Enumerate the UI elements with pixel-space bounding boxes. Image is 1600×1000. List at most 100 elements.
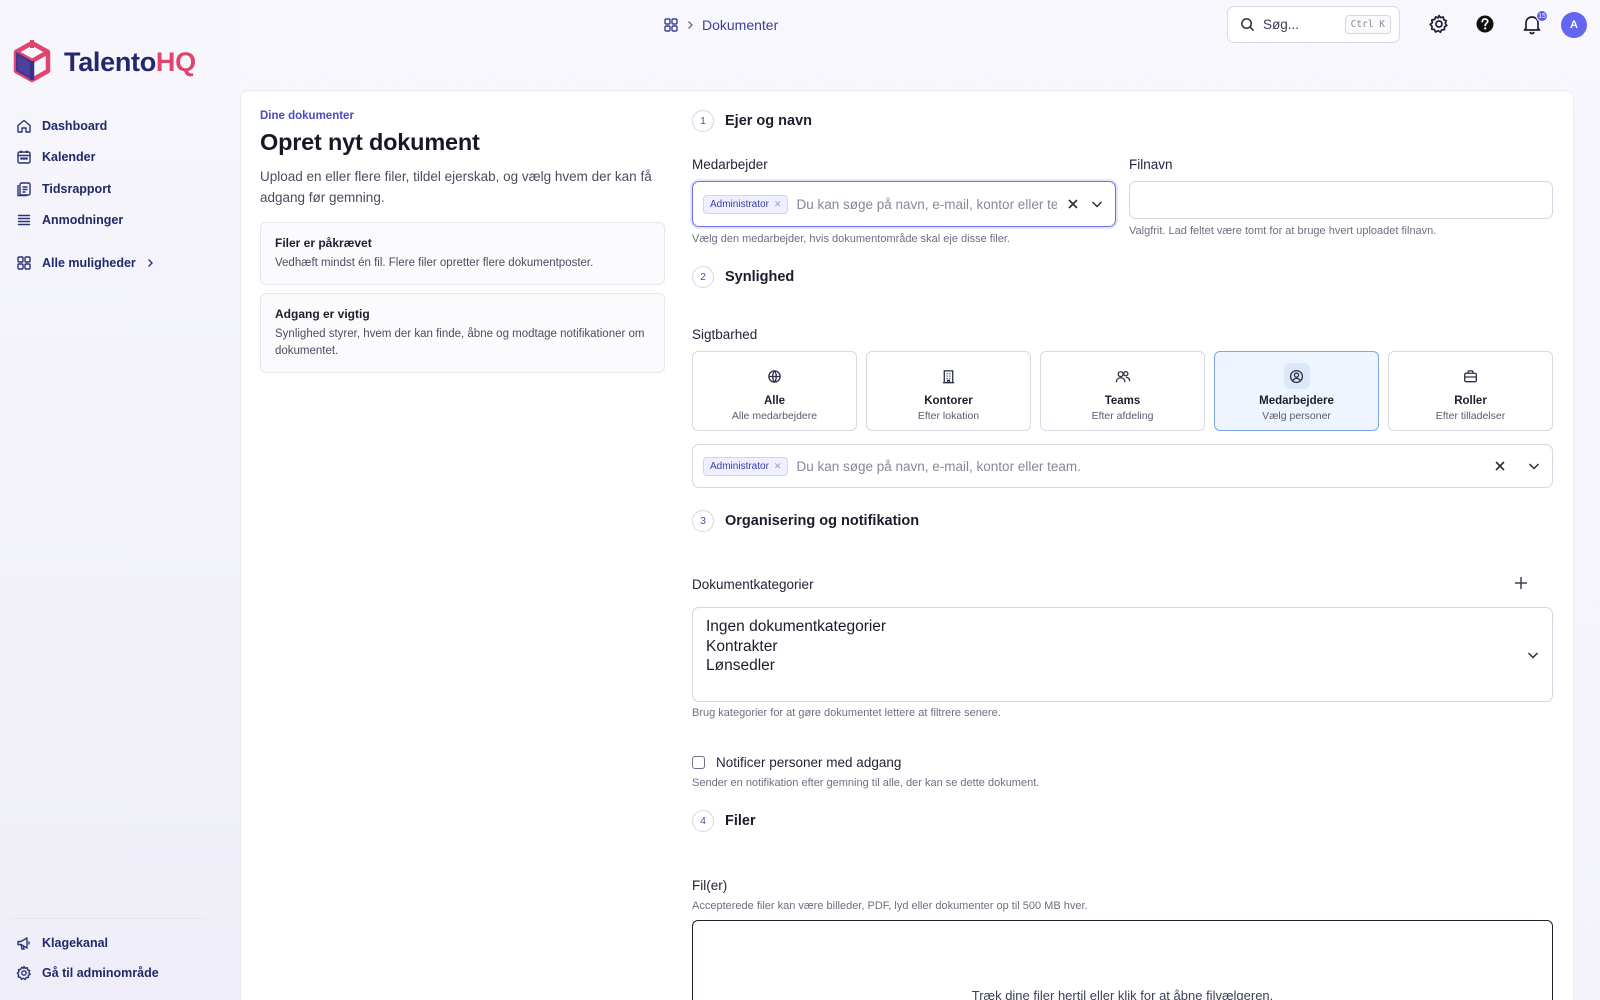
step-title: Organisering og notifikation: [725, 513, 920, 529]
clear-icon[interactable]: [1065, 196, 1081, 212]
avatar[interactable]: A: [1561, 12, 1587, 38]
building-icon: [942, 369, 955, 383]
step-title: Synlighed: [725, 269, 795, 285]
settings-gear-icon[interactable]: [1428, 13, 1450, 35]
employee-help: Vælg den medarbejder, hvis dokumentområd…: [692, 233, 1010, 245]
gear-icon: [16, 965, 31, 981]
grid-icon: [17, 256, 31, 270]
calendar-icon: [17, 150, 31, 164]
files-label: Fil(er): [692, 878, 728, 893]
chevron-right-icon: [688, 21, 693, 29]
section-eyebrow[interactable]: Dine dokumenter: [260, 110, 665, 122]
employee-select[interactable]: Administrator ✕ Du kan søge på navn, e-ma…: [692, 181, 1116, 227]
step-number: 1: [692, 110, 714, 132]
categories-help: Brug kategorier for at gøre dokumentet l…: [692, 707, 1001, 719]
users-icon: [1115, 370, 1130, 382]
sidebar-item-admin[interactable]: Gå til adminområde: [16, 958, 226, 988]
step-4-header: 4 Filer: [692, 810, 756, 832]
visibility-option-roller[interactable]: Roller Efter tilladelser: [1388, 351, 1553, 431]
chevron-down-icon[interactable]: [1089, 196, 1105, 212]
filename-input[interactable]: [1129, 181, 1553, 219]
selected-employee-tag[interactable]: Administrator ✕: [703, 194, 789, 214]
sidebar-nav: Dashboard Kalender Tidsrapport Anmodning…: [16, 110, 226, 279]
search-placeholder: Søg...: [1263, 17, 1300, 32]
sidebar-item-label: Dashboard: [42, 118, 108, 133]
logo-cube-icon: [13, 40, 51, 83]
sidebar-item-label: Alle muligheder: [42, 255, 136, 270]
global-search[interactable]: Søg... Ctrl K: [1227, 6, 1400, 43]
visibility-option-title: Kontorer: [924, 395, 973, 407]
step-3-header: 3 Organisering og notifikation: [692, 510, 919, 532]
sidebar-item-label: Tidsrapport: [42, 181, 112, 196]
visibility-option-title: Roller: [1454, 395, 1487, 407]
sidebar-item-tidsrapport[interactable]: Tidsrapport: [16, 173, 226, 205]
info-card-text: Synlighed styrer, hvem der kan finde, åb…: [275, 328, 645, 357]
category-option[interactable]: Kontrakter: [706, 637, 1539, 657]
chevron-down-icon[interactable]: [1525, 647, 1541, 663]
filename-label: Filnavn: [1129, 157, 1173, 172]
dropzone-text: Træk dine filer hertil eller klik for at…: [971, 988, 1274, 1000]
categories-listbox[interactable]: Ingen dokumentkategorier Kontrakter Løns…: [692, 607, 1553, 702]
visibility-option-kontorer[interactable]: Kontorer Efter lokation: [866, 351, 1031, 431]
notify-help: Sender en notifikation efter gemning til…: [692, 777, 1040, 789]
clear-icon[interactable]: [1492, 458, 1508, 474]
visibility-option-sub: Efter afdeling: [1091, 410, 1154, 422]
info-card-text: Vedhæft mindst én fil. Flere filer opret…: [275, 257, 594, 269]
briefcase-icon: [1464, 369, 1477, 382]
chevron-down-icon[interactable]: [1526, 458, 1542, 474]
search-icon: [1241, 18, 1255, 32]
info-card-title: Adgang er vigtig: [275, 307, 370, 321]
visibility-option-sub: Efter lokation: [917, 410, 980, 422]
brand-logo[interactable]: TalentoHQ: [12, 40, 196, 84]
info-card-files-required: Filer er påkrævet Vedhæft mindst én fil.…: [260, 222, 665, 285]
notify-checkbox[interactable]: [692, 756, 705, 769]
list-icon: [18, 215, 30, 226]
sidebar-divider: [10, 918, 206, 919]
sidebar: TalentoHQ Dashboard Kalender Tidsrapport…: [0, 0, 240, 1000]
apps-grid-icon[interactable]: [664, 18, 678, 32]
sidebar-item-klagekanal[interactable]: Klagekanal: [16, 928, 226, 958]
notification-count-badge: 15: [1536, 10, 1548, 22]
employee-label: Medarbejder: [692, 157, 768, 172]
globe-icon: [768, 369, 781, 383]
category-option[interactable]: Lønsedler: [706, 656, 1539, 676]
info-card-access-important: Adgang er vigtig Synlighed styrer, hvem …: [260, 293, 665, 373]
visibility-option-title: Teams: [1104, 395, 1141, 407]
add-category-icon[interactable]: [1513, 575, 1529, 591]
step-title: Ejer og navn: [725, 113, 813, 129]
visibility-option-sub: Alle medarbejdere: [731, 410, 818, 422]
file-dropzone[interactable]: Træk dine filer hertil eller klik for at…: [692, 920, 1553, 1000]
sidebar-item-all-options[interactable]: Alle muligheder: [16, 247, 226, 279]
employee-placeholder: Du kan søge på navn, e-mail, kontor elle…: [796, 196, 1057, 212]
sidebar-item-dashboard[interactable]: Dashboard: [16, 110, 226, 142]
sidebar-item-anmodninger[interactable]: Anmodninger: [16, 205, 226, 237]
sidebar-item-label: Anmodninger: [42, 213, 124, 228]
sidebar-item-kalender[interactable]: Kalender: [16, 142, 226, 174]
page-title: Opret nyt dokument: [260, 129, 480, 155]
visibility-option-medarbejdere[interactable]: Medarbejdere Vælg personer: [1214, 351, 1379, 431]
remove-tag-icon[interactable]: ✕: [774, 461, 782, 472]
help-icon[interactable]: [1474, 13, 1496, 35]
category-option[interactable]: Ingen dokumentkategorier: [706, 617, 1539, 637]
step-title: Filer: [725, 813, 756, 829]
visibility-option-title: Alle: [763, 395, 786, 407]
sidebar-item-label: Klagekanal: [42, 936, 109, 950]
visibility-option-sub: Vælg personer: [1262, 410, 1331, 422]
home-icon: [17, 119, 31, 133]
visibility-label: Sigtbarhed: [692, 327, 758, 342]
files-help: Accepterede filer kan være billeder, PDF…: [692, 900, 1088, 912]
brand-name: TalentoHQ: [64, 46, 196, 77]
visibility-option-teams[interactable]: Teams Efter afdeling: [1040, 351, 1205, 431]
megaphone-icon: [17, 937, 30, 950]
notify-label[interactable]: Notificer personer med adgang: [716, 755, 901, 770]
remove-tag-icon[interactable]: ✕: [774, 199, 782, 210]
breadcrumb-current[interactable]: Dokumenter: [702, 17, 778, 33]
search-shortcut: Ctrl K: [1344, 15, 1391, 34]
visibility-people-select[interactable]: Administrator ✕ Du kan søge på navn, e-ma…: [692, 444, 1553, 488]
intro-panel: Dine dokumenter Opret nyt dokument Uploa…: [260, 110, 665, 373]
step-2-header: 2 Synlighed: [692, 266, 794, 288]
breadcrumb: Dokumenter: [664, 14, 778, 36]
step-1-header: 1 Ejer og navn: [692, 110, 812, 132]
selected-person-tag[interactable]: Administrator ✕: [703, 456, 789, 476]
visibility-option-alle[interactable]: Alle Alle medarbejdere: [692, 351, 857, 431]
